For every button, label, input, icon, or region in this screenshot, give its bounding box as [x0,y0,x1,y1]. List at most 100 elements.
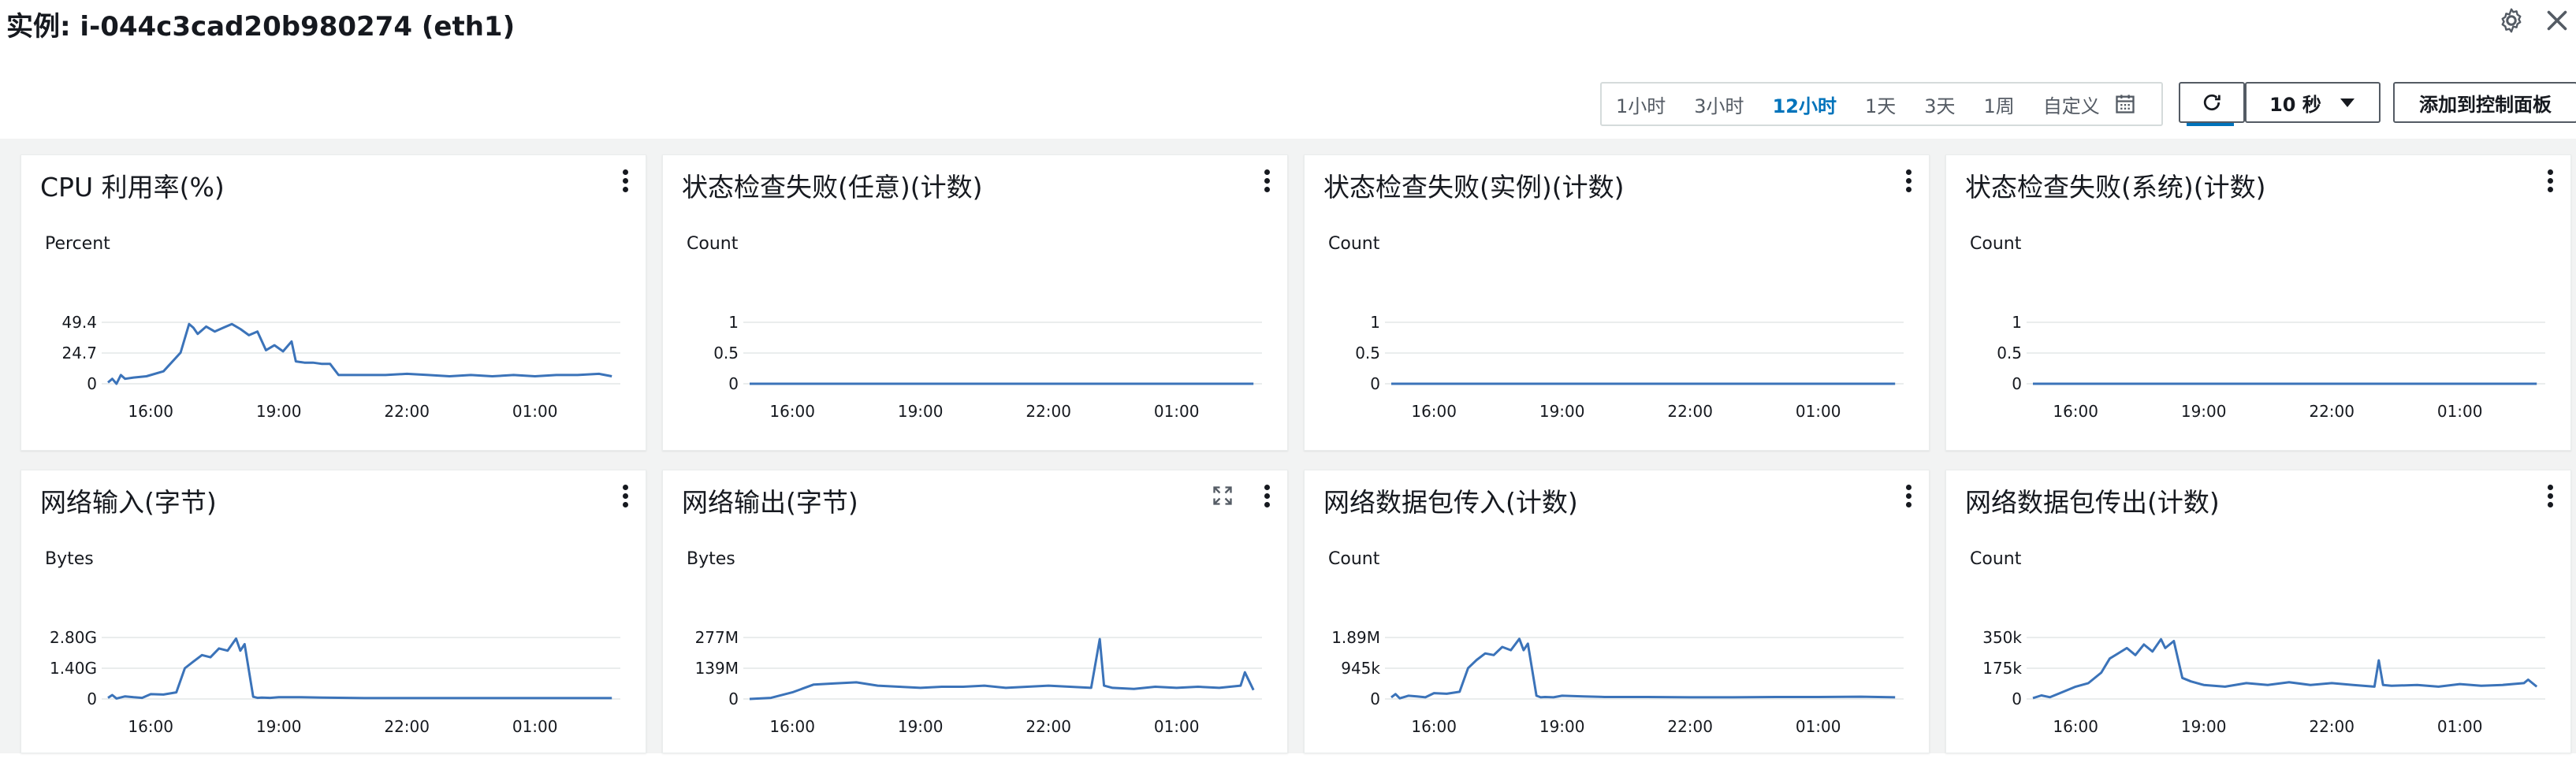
calendar-icon[interactable] [2114,93,2136,115]
x-tick-label: 16:00 [1411,402,1457,421]
y-tick-label: 0 [728,690,739,708]
y-axis-unit: Count [1970,234,2022,254]
line-chart: 0 139M 277M 16:00 19:00 22:00 01:00 [695,628,1262,736]
x-tick-label: 22:00 [384,402,430,421]
y-tick-label: 139M [695,659,739,678]
range-option[interactable]: 12小时 [1759,91,1851,118]
y-tick-label: 0 [2012,374,2022,393]
widget-title: 状态检查失败(任意)(计数) [682,172,983,203]
widget-title: CPU 利用率(%) [40,172,225,203]
add-to-dashboard-label: 添加到控制面板 [2419,93,2552,116]
metric-widget: 状态检查失败(系统)(计数) Count 0 0.5 1 16:00 19:00 22:00 0… [1945,154,2571,451]
range-option[interactable]: 自定义 [2029,91,2114,118]
refresh-interval-label: 10 秒 [2269,93,2321,116]
y-tick-label: 1 [1370,313,1380,332]
y-axis-unit: Count [1328,234,1380,254]
close-icon[interactable] [2543,6,2571,35]
y-axis-unit: Bytes [687,549,735,569]
x-tick-label: 19:00 [898,402,944,421]
metric-widget: 网络输出(字节) Bytes 0 139M 277M 16:00 19:00 22:00 01:… [662,470,1288,753]
y-axis-unit: Percent [45,234,110,254]
widget-title: 网络输出(字节) [682,487,858,518]
range-option[interactable]: 3小时 [1680,91,1758,118]
y-tick-label: 277M [695,628,739,647]
add-to-dashboard-button[interactable]: 添加到控制面板 [2393,82,2576,123]
x-tick-label: 16:00 [128,402,173,421]
y-tick-label: 945k [1341,659,1380,678]
y-tick-label: 0 [1370,374,1380,393]
x-tick-label: 01:00 [2437,402,2483,421]
refresh-button[interactable] [2179,82,2245,123]
x-tick-label: 16:00 [128,717,173,736]
series-line [107,322,612,385]
x-tick-label: 22:00 [1667,402,1713,421]
gear-icon[interactable] [2497,6,2526,35]
x-tick-label: 01:00 [1154,402,1200,421]
y-tick-label: 1.89M [1331,628,1380,647]
kebab-menu-icon[interactable] [619,483,631,511]
x-tick-label: 22:00 [1667,717,1713,736]
range-option[interactable]: 1小时 [1602,91,1680,118]
y-tick-label: 175k [1982,659,2022,678]
y-axis-unit: Count [687,234,739,254]
y-axis-unit: Count [1328,549,1380,569]
page-title: 实例: i-044c3cad20b980274 (eth1) [6,11,516,43]
metric-widget: CPU 利用率(%) Percent 0 24.7 49.4 16:00 19:00 22:0… [20,154,646,451]
x-tick-label: 16:00 [2053,402,2098,421]
x-tick-label: 22:00 [1026,717,1071,736]
kebab-menu-icon[interactable] [2544,168,2556,196]
y-tick-label: 0 [87,690,97,708]
y-tick-label: 0 [87,374,97,393]
x-tick-label: 01:00 [512,402,558,421]
x-tick-label: 19:00 [256,717,302,736]
kebab-menu-icon[interactable] [1260,483,1273,511]
y-tick-label: 1.40G [50,659,97,678]
y-tick-label: 24.7 [61,344,97,362]
metric-widget: 网络输入(字节) Bytes 0 1.40G 2.80G 16:00 19:00 22:00 0… [20,470,646,753]
x-tick-label: 16:00 [1411,717,1457,736]
line-chart: 0 945k 1.89M 16:00 19:00 22:00 01:00 [1331,628,1904,736]
x-tick-label: 19:00 [2181,717,2227,736]
metric-widget: 状态检查失败(实例)(计数) Count 0 0.5 1 16:00 19:00 22:00 0… [1304,154,1930,451]
y-axis-unit: Bytes [45,549,94,569]
kebab-menu-icon[interactable] [1902,168,1915,196]
refresh-interval-dropdown[interactable]: 10 秒 [2245,82,2381,123]
y-tick-label: 0.5 [713,344,739,362]
x-tick-label: 16:00 [2053,717,2098,736]
x-tick-label: 22:00 [2309,402,2355,421]
y-tick-label: 0 [1370,690,1380,708]
x-tick-label: 01:00 [1796,402,1841,421]
refresh-active-underline [2187,123,2234,126]
x-tick-label: 22:00 [384,717,430,736]
line-chart: 0 0.5 1 16:00 19:00 22:00 01:00 [1997,313,2545,421]
range-option[interactable]: 1天 [1851,91,1910,118]
line-chart: 0 24.7 49.4 16:00 19:00 22:00 01:00 [61,313,620,421]
metric-widget: 网络数据包传入(计数) Count 0 945k 1.89M 16:00 19:00 22:0… [1304,470,1930,753]
y-tick-label: 0.5 [1355,344,1380,362]
x-tick-label: 16:00 [769,402,815,421]
widget-title: 网络数据包传出(计数) [1965,487,2220,518]
range-option[interactable]: 3天 [1910,91,1969,118]
kebab-menu-icon[interactable] [619,168,631,196]
line-chart: 0 0.5 1 16:00 19:00 22:00 01:00 [713,313,1262,421]
y-tick-label: 350k [1982,628,2022,647]
y-tick-label: 1 [2012,313,2022,332]
range-option[interactable]: 1周 [1970,91,2029,118]
expand-icon[interactable] [1212,485,1234,507]
widget-title: 状态检查失败(系统)(计数) [1965,172,2266,203]
x-tick-label: 01:00 [512,717,558,736]
y-tick-label: 0 [2012,690,2022,708]
kebab-menu-icon[interactable] [1902,483,1915,511]
line-chart: 0 0.5 1 16:00 19:00 22:00 01:00 [1355,313,1904,421]
x-tick-label: 19:00 [1539,402,1585,421]
caret-down-icon [2340,99,2355,107]
metric-widget: 状态检查失败(任意)(计数) Count 0 0.5 1 16:00 19:00 22:00 0… [662,154,1288,451]
widget-title: 状态检查失败(实例)(计数) [1323,172,1625,203]
x-tick-label: 01:00 [1154,717,1200,736]
y-tick-label: 49.4 [61,313,97,332]
x-tick-label: 16:00 [769,717,815,736]
kebab-menu-icon[interactable] [1260,168,1273,196]
widget-title: 网络输入(字节) [40,487,217,518]
kebab-menu-icon[interactable] [2544,483,2556,511]
line-chart: 0 1.40G 2.80G 16:00 19:00 22:00 01:00 [50,628,620,736]
